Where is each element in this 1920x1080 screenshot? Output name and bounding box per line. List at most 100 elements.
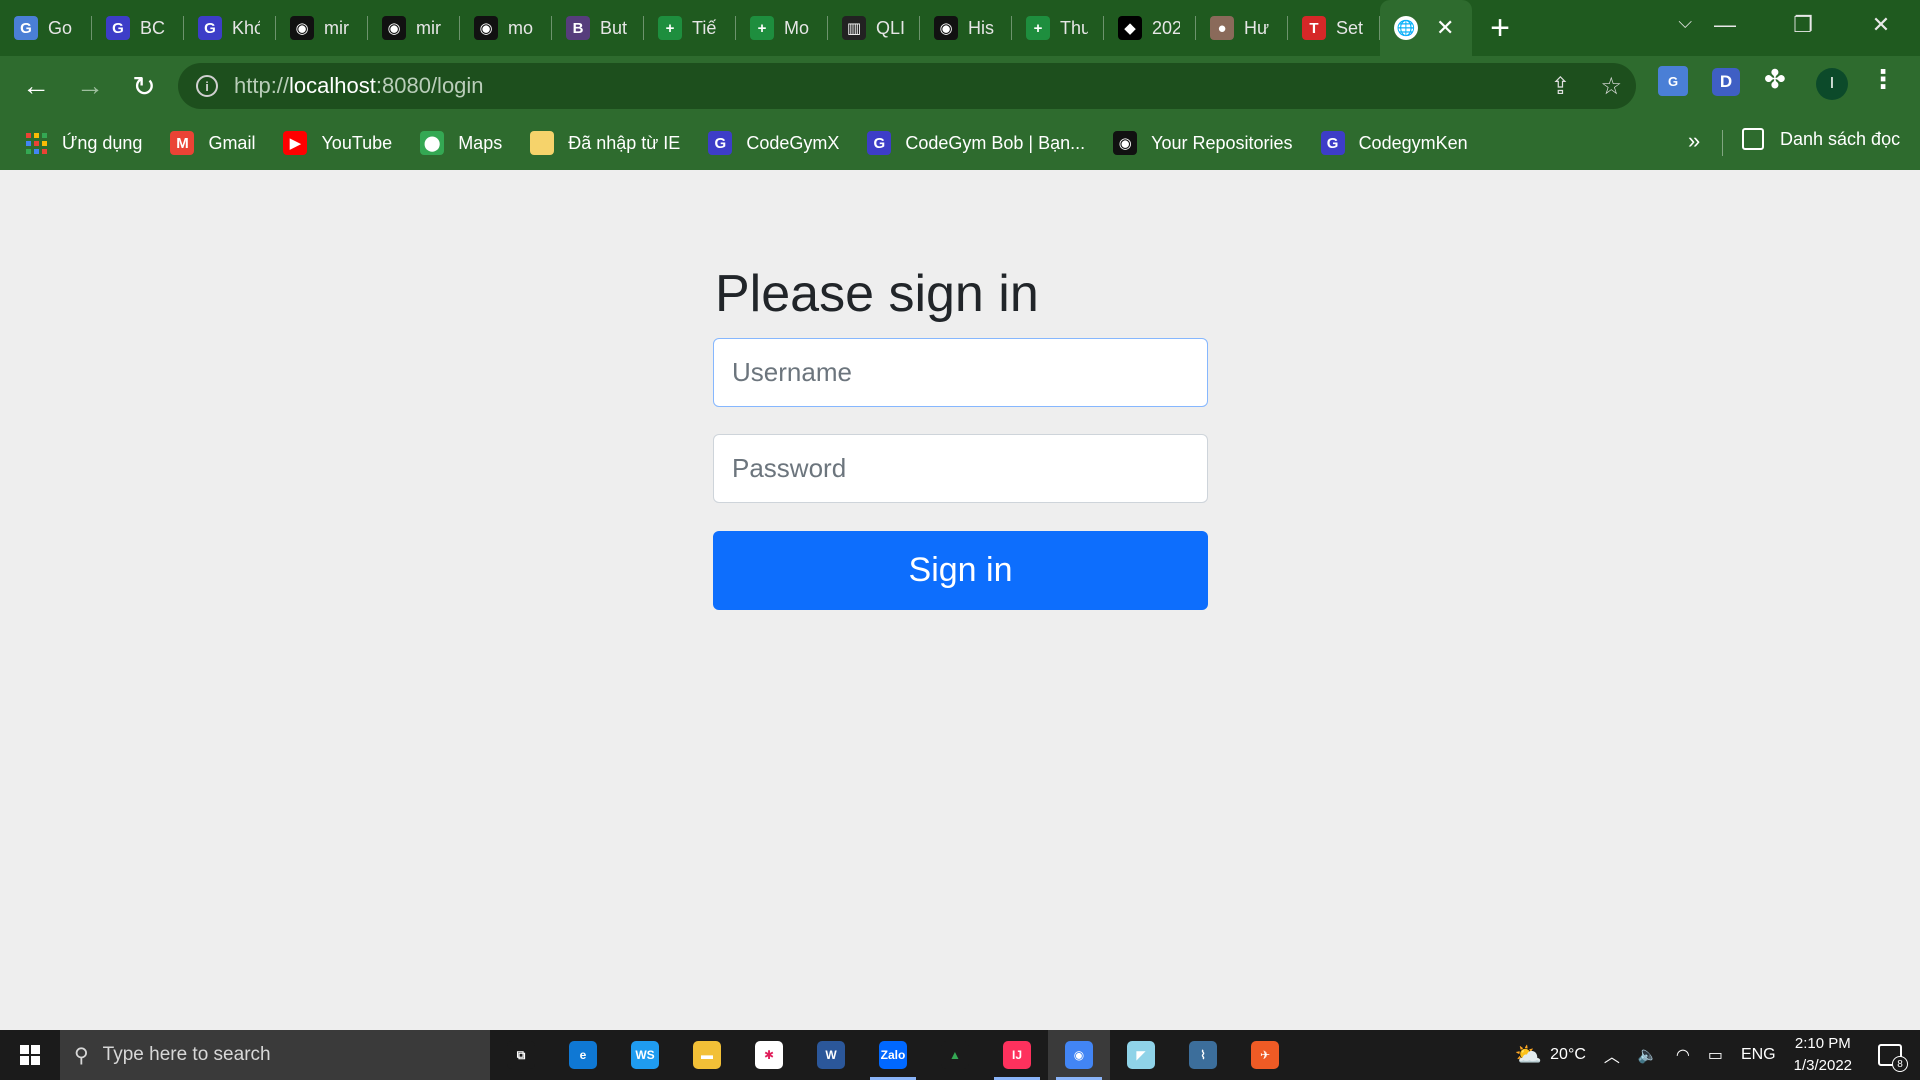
- tab[interactable]: ▥ QLI: [828, 0, 920, 56]
- volume-icon[interactable]: 🔈: [1638, 1045, 1658, 1065]
- bookmark-label: Ứng dụng: [62, 132, 143, 153]
- bookmark-item[interactable]: ◉ Your Repositories: [1113, 131, 1293, 155]
- tab[interactable]: ◉ mir: [368, 0, 460, 56]
- taskbar-app[interactable]: WS: [614, 1030, 676, 1080]
- tab[interactable]: + Thu: [1012, 0, 1104, 56]
- taskbar-app[interactable]: ◉: [1048, 1030, 1110, 1080]
- taskbar-app[interactable]: ⌇: [1172, 1030, 1234, 1080]
- bookmark-star-icon[interactable]: ☆: [1600, 72, 1622, 101]
- site-info-icon[interactable]: i: [196, 75, 218, 97]
- clock-date: 1/3/2022: [1793, 1057, 1852, 1074]
- bookmark-item[interactable]: G CodeGym Bob | Bạn...: [867, 131, 1085, 155]
- tab[interactable]: ◉ His: [920, 0, 1012, 56]
- taskbar-app[interactable]: W: [800, 1030, 862, 1080]
- tab-title: Set: [1336, 17, 1364, 38]
- bookmark-label: Gmail: [208, 132, 256, 153]
- taskbar-app[interactable]: ◤: [1110, 1030, 1172, 1080]
- tab-title: Hư: [1244, 17, 1270, 38]
- file-explorer-icon: ▬: [693, 1041, 721, 1069]
- close-tab-icon[interactable]: ✕: [1436, 15, 1454, 41]
- tab[interactable]: ◉ mo: [460, 0, 552, 56]
- bookmark-item[interactable]: M Gmail: [170, 131, 255, 155]
- github-icon: ◉: [1113, 131, 1138, 155]
- taskbar-app[interactable]: ✈: [1234, 1030, 1296, 1080]
- language-indicator[interactable]: ENG: [1741, 1046, 1776, 1064]
- tab[interactable]: G Khó: [184, 0, 276, 56]
- share-icon[interactable]: ⇪: [1550, 72, 1570, 101]
- tab-active-login[interactable]: 🌐 ✕: [1380, 0, 1472, 56]
- google-translate-extension-icon[interactable]: G: [1658, 66, 1688, 96]
- notifications-icon[interactable]: 8: [1878, 1044, 1908, 1072]
- forward-button[interactable]: →: [63, 59, 117, 113]
- taskbar-apps: ⧉ e WS ▬ ✱ W Zalo ▲ IJ ◉ ◤ ⌇ ✈: [490, 1030, 1296, 1080]
- clock[interactable]: 2:10 PM 1/3/2022: [1794, 1033, 1852, 1077]
- taskbar-search-box[interactable]: ⚲ Type here to search: [60, 1030, 490, 1080]
- tab[interactable]: B But: [552, 0, 644, 56]
- restore-button[interactable]: ❐: [1764, 0, 1842, 50]
- tab[interactable]: T Set: [1288, 0, 1380, 56]
- tab[interactable]: G BC: [92, 0, 184, 56]
- gmail-icon: M: [170, 131, 195, 155]
- bookmark-item[interactable]: ▶ YouTube: [283, 131, 392, 155]
- notes-app-icon: ◤: [1127, 1041, 1155, 1069]
- bookmarks-overflow-icon[interactable]: »: [1688, 128, 1700, 154]
- reload-button[interactable]: ↻: [117, 59, 171, 113]
- sign-in-button[interactable]: Sign in: [713, 531, 1208, 610]
- close-window-button[interactable]: ✕: [1842, 0, 1920, 50]
- new-tab-button[interactable]: +: [1472, 0, 1528, 56]
- weather-widget[interactable]: ⛅ 20°C: [1515, 1042, 1586, 1068]
- bookmarks-divider: [1722, 130, 1723, 156]
- codegym-icon: G: [708, 131, 733, 155]
- browser-menu-icon[interactable]: ⋮: [1870, 64, 1896, 95]
- reading-list-button[interactable]: Danh sách đọc: [1742, 128, 1900, 150]
- taskbar-app[interactable]: ▲: [924, 1030, 986, 1080]
- clock-time: 2:10 PM: [1794, 1035, 1851, 1052]
- sheets-plus-icon: +: [1026, 16, 1050, 40]
- taskbar-app[interactable]: ⧉: [490, 1030, 552, 1080]
- intellij-icon: IJ: [1003, 1041, 1031, 1069]
- start-button[interactable]: [0, 1030, 60, 1080]
- profile-avatar[interactable]: I: [1816, 68, 1848, 100]
- bookmark-item[interactable]: ⬤ Maps: [420, 131, 502, 155]
- show-hidden-icons-icon[interactable]: ︿: [1604, 1043, 1620, 1067]
- taskbar-app[interactable]: ▬: [676, 1030, 738, 1080]
- tab[interactable]: + Mo: [736, 0, 828, 56]
- signin-form: Please sign in Sign in: [713, 262, 1208, 610]
- page-content: Please sign in Sign in: [0, 170, 1920, 1030]
- bookmark-item[interactable]: G CodegymKen: [1320, 131, 1468, 155]
- tab[interactable]: ◆ 202: [1104, 0, 1196, 56]
- taskbar-app[interactable]: ✱: [738, 1030, 800, 1080]
- bookmark-label: CodegymKen: [1358, 132, 1468, 153]
- tab-title: Thu: [1060, 17, 1088, 38]
- tab-title: Khó: [232, 17, 260, 38]
- wifi-icon[interactable]: ◠: [1676, 1045, 1690, 1065]
- taskbar-app[interactable]: IJ: [986, 1030, 1048, 1080]
- github-icon: ◉: [474, 16, 498, 40]
- bookmark-item[interactable]: G CodeGymX: [708, 131, 839, 155]
- tab[interactable]: + Tiế: [644, 0, 736, 56]
- extensions-puzzle-icon[interactable]: ✤: [1764, 64, 1786, 95]
- minimize-button[interactable]: —: [1686, 0, 1764, 50]
- url-text[interactable]: http://localhost:8080/login: [234, 73, 484, 99]
- back-button[interactable]: ←: [9, 59, 63, 113]
- username-input[interactable]: [713, 338, 1208, 407]
- bookmarks-bar: Ứng dụng M Gmail ▶ YouTube ⬤ Maps Đã nhập từ IE…: [0, 116, 1920, 170]
- bookmark-label: Your Repositories: [1151, 132, 1293, 153]
- tab[interactable]: ● Hư: [1196, 0, 1288, 56]
- taskbar-app[interactable]: Zalo: [862, 1030, 924, 1080]
- battery-icon[interactable]: ▭: [1708, 1045, 1723, 1065]
- tab[interactable]: ◉ mir: [276, 0, 368, 56]
- windows-taskbar: ⚲ Type here to search ⧉ e WS ▬ ✱ W Zalo ▲ IJ ◉ ◤ ⌇ ✈…: [0, 1030, 1920, 1080]
- bookmark-item[interactable]: Ứng dụng: [24, 131, 142, 155]
- password-input[interactable]: [713, 434, 1208, 503]
- d-extension-icon[interactable]: D: [1712, 68, 1740, 96]
- tab[interactable]: G Go: [0, 0, 92, 56]
- bootstrap-icon: B: [566, 16, 590, 40]
- bookmark-item[interactable]: Đã nhập từ IE: [530, 131, 680, 155]
- youtube-icon: ▶: [283, 131, 308, 155]
- taskbar-app[interactable]: e: [552, 1030, 614, 1080]
- weather-temp: 20°C: [1550, 1046, 1586, 1063]
- address-bar[interactable]: i http://localhost:8080/login ⇪ ☆: [178, 63, 1636, 109]
- bird-icon: ◆: [1118, 16, 1142, 40]
- taskbar-search-placeholder: Type here to search: [102, 1044, 271, 1065]
